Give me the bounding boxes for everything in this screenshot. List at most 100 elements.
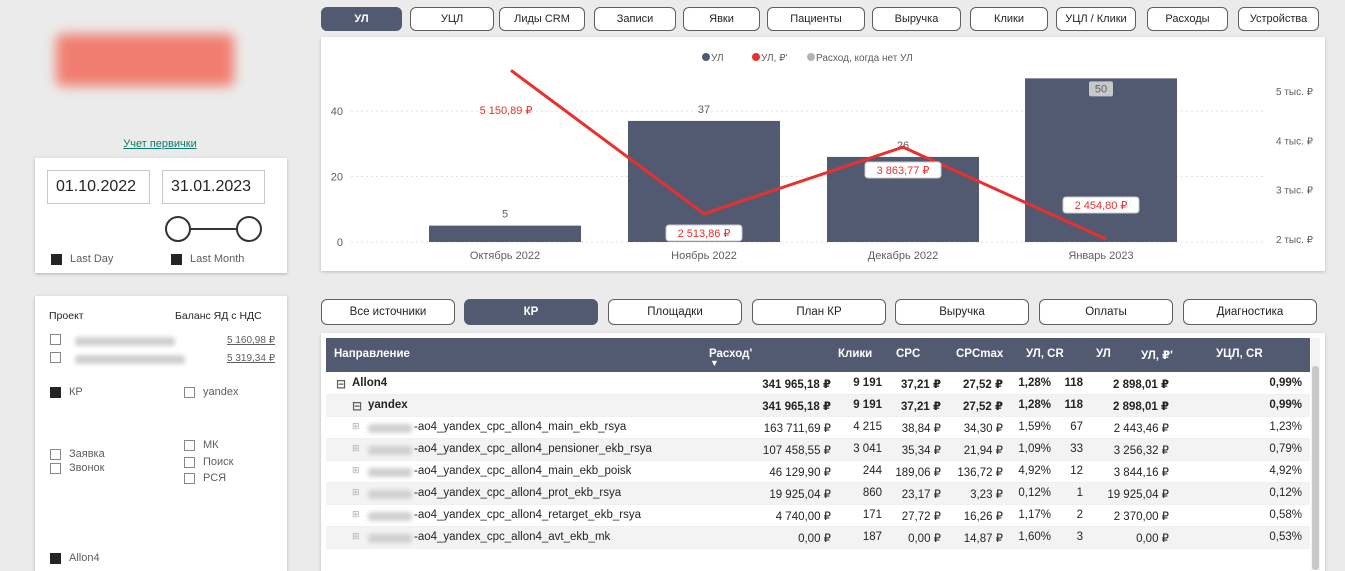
cell-8: 0,12% bbox=[1269, 487, 1302, 499]
cell-1: 0,00 ₽ bbox=[798, 533, 831, 545]
tab-source-1[interactable]: КР bbox=[464, 299, 598, 325]
cell-2: 9 191 bbox=[853, 399, 882, 411]
tab-source-3[interactable]: План КР bbox=[752, 299, 886, 325]
allon4-checkbox[interactable]: Allon4 bbox=[50, 552, 100, 564]
zayavka-checkbox[interactable]: Заявка bbox=[50, 448, 105, 460]
expand-icon[interactable]: ⊞ bbox=[352, 443, 360, 454]
column-header-3[interactable]: CPC bbox=[896, 348, 920, 360]
tab-top-3[interactable]: Записи bbox=[594, 7, 676, 31]
column-header-5[interactable]: УЛ, CR bbox=[1026, 348, 1064, 360]
table-row[interactable]: ⊞ -ao4_yandex_cpc_allon4_prot_ekb_rsya 19 … bbox=[326, 483, 1310, 505]
column-header-4[interactable]: CPCmax bbox=[956, 348, 1003, 360]
table-header: Направление Расход' Клики CPC CPCmax УЛ, CR УЛ… bbox=[326, 338, 1310, 372]
tab-source-0[interactable]: Все источники bbox=[321, 299, 455, 325]
tab-top-6[interactable]: Выручка bbox=[872, 7, 961, 31]
table-row[interactable]: ⊞ -ao4_yandex_cpc_allon4_avt_ekb_mk 0,00 ₽… bbox=[326, 527, 1310, 549]
cell-3: 189,06 ₽ bbox=[895, 467, 941, 479]
expand-icon[interactable]: ⊞ bbox=[352, 531, 360, 542]
table-scrollbar[interactable] bbox=[1311, 338, 1320, 570]
cell-5: 4,92% bbox=[1018, 465, 1051, 477]
x-tick-label: Декабрь 2022 bbox=[868, 250, 938, 262]
cell-4: 34,30 ₽ bbox=[963, 423, 1003, 435]
tab-top-8[interactable]: УЦЛ / Клики bbox=[1056, 7, 1136, 31]
checkbox-box bbox=[184, 439, 195, 451]
kp-checkbox[interactable]: КР bbox=[50, 386, 83, 398]
column-header-6[interactable]: УЛ bbox=[1096, 348, 1111, 360]
last-month-checkbox[interactable]: Last Month bbox=[171, 253, 244, 265]
tab-source-6[interactable]: Диагностика bbox=[1183, 299, 1317, 325]
data-table: Направление Расход' Клики CPC CPCmax УЛ, CR УЛ… bbox=[321, 333, 1325, 571]
scrollbar-thumb[interactable] bbox=[1312, 366, 1319, 570]
tab-top-2[interactable]: Лиды CRM bbox=[499, 7, 585, 31]
expand-icon[interactable]: ⊞ bbox=[352, 421, 360, 432]
row-name: -ao4_yandex_cpc_allon4_pensioner_ekb_rsy… bbox=[414, 443, 652, 455]
row-name: -ao4_yandex_cpc_allon4_avt_ekb_mk bbox=[414, 531, 611, 543]
rsya-checkbox[interactable]: РСЯ bbox=[184, 472, 226, 484]
expand-icon[interactable]: ⊞ bbox=[352, 509, 360, 520]
bar bbox=[1025, 78, 1177, 242]
table-row[interactable]: ⊟ yandex 341 965,18 ₽ 9 191 37,21 ₽ 27,52 ₽ 1,… bbox=[326, 395, 1310, 417]
table-row[interactable]: ⊞ -ao4_yandex_cpc_allon4_main_ekb_poisk 46… bbox=[326, 461, 1310, 483]
date-from-input[interactable] bbox=[47, 170, 150, 204]
last-day-checkbox[interactable]: Last Day bbox=[51, 253, 113, 265]
expand-icon[interactable]: ⊞ bbox=[352, 487, 360, 498]
tab-top-0[interactable]: УЛ bbox=[321, 7, 402, 31]
cell-5: 1,17% bbox=[1018, 509, 1051, 521]
date-to-input[interactable] bbox=[162, 170, 265, 204]
collapse-icon[interactable]: ⊟ bbox=[336, 377, 346, 391]
cell-7: 2 370,00 ₽ bbox=[1113, 511, 1169, 523]
project-checkbox[interactable] bbox=[50, 352, 61, 363]
tab-source-4[interactable]: Выручка bbox=[895, 299, 1029, 325]
cell-5: 0,12% bbox=[1018, 487, 1051, 499]
table-row[interactable]: ⊟ Allon4 341 965,18 ₽ 9 191 37,21 ₽ 27,52 ₽ 1,… bbox=[326, 373, 1310, 395]
cell-3: 0,00 ₽ bbox=[908, 533, 941, 545]
tab-top-4[interactable]: Явки bbox=[683, 7, 760, 31]
column-header-7[interactable]: УЛ, ₽' bbox=[1141, 348, 1173, 362]
rsya-label: РСЯ bbox=[203, 472, 227, 484]
tab-source-5[interactable]: Оплаты bbox=[1039, 299, 1173, 325]
tab-top-10[interactable]: Устройства bbox=[1238, 7, 1319, 31]
date-range-card: Last Day Last Month bbox=[35, 158, 287, 273]
date-slider-end-handle[interactable] bbox=[236, 216, 262, 242]
yandex-checkbox[interactable]: yandex bbox=[184, 386, 238, 398]
mk-checkbox[interactable]: МК bbox=[184, 439, 219, 451]
cell-2: 860 bbox=[862, 487, 882, 499]
cell-4: 136,72 ₽ bbox=[957, 467, 1003, 479]
line-series bbox=[510, 69, 1107, 241]
poisk-checkbox[interactable]: Поиск bbox=[184, 456, 233, 468]
name-blurred-prefix bbox=[368, 468, 412, 477]
date-slider-start-handle[interactable] bbox=[165, 216, 191, 242]
uchet-link[interactable]: Учет первички bbox=[0, 138, 320, 150]
cell-8: 0,99% bbox=[1269, 399, 1302, 411]
project-name-blurred bbox=[75, 337, 175, 346]
column-header-2[interactable]: Клики bbox=[838, 348, 872, 360]
cell-2: 3 041 bbox=[853, 443, 882, 455]
table-row[interactable]: ⊞ -ao4_yandex_cpc_allon4_pensioner_ekb_rs… bbox=[326, 439, 1310, 461]
cell-2: 9 191 bbox=[853, 377, 882, 389]
cell-3: 37,21 ₽ bbox=[901, 401, 941, 413]
tab-top-7[interactable]: Клики bbox=[970, 7, 1048, 31]
table-row[interactable]: ⊞ -ao4_yandex_cpc_allon4_retarget_ekb_rsy… bbox=[326, 505, 1310, 527]
yandex-label: yandex bbox=[203, 386, 239, 398]
cell-7: 19 925,04 ₽ bbox=[1107, 489, 1169, 501]
table-row[interactable]: ⊞ -ao4_yandex_cpc_allon4_main_ekb_rsya 163… bbox=[326, 417, 1310, 439]
checkbox-box bbox=[50, 448, 61, 460]
x-tick-label: Октябрь 2022 bbox=[470, 250, 540, 262]
y-left-tick: 0 bbox=[337, 237, 343, 249]
project-checkbox[interactable] bbox=[50, 334, 61, 345]
cell-8: 0,99% bbox=[1269, 377, 1302, 389]
cell-1: 19 925,04 ₽ bbox=[769, 489, 831, 501]
tab-top-9[interactable]: Расходы bbox=[1147, 7, 1228, 31]
line-label: 2 513,86 ₽ bbox=[678, 228, 731, 240]
cell-8: 0,58% bbox=[1269, 509, 1302, 521]
collapse-icon[interactable]: ⊟ bbox=[352, 399, 362, 413]
y-right-tick: 3 тыс. ₽ bbox=[1276, 186, 1314, 197]
tab-top-1[interactable]: УЦЛ bbox=[410, 7, 494, 31]
expand-icon[interactable]: ⊞ bbox=[352, 465, 360, 476]
column-header-8[interactable]: УЦЛ, CR bbox=[1216, 348, 1263, 360]
zvonok-checkbox[interactable]: Звонок bbox=[50, 462, 105, 474]
column-header-0[interactable]: Направление bbox=[334, 348, 410, 360]
tab-source-2[interactable]: Площадки bbox=[608, 299, 742, 325]
tab-top-5[interactable]: Пациенты bbox=[767, 7, 865, 31]
cell-6: 118 bbox=[1064, 399, 1083, 411]
